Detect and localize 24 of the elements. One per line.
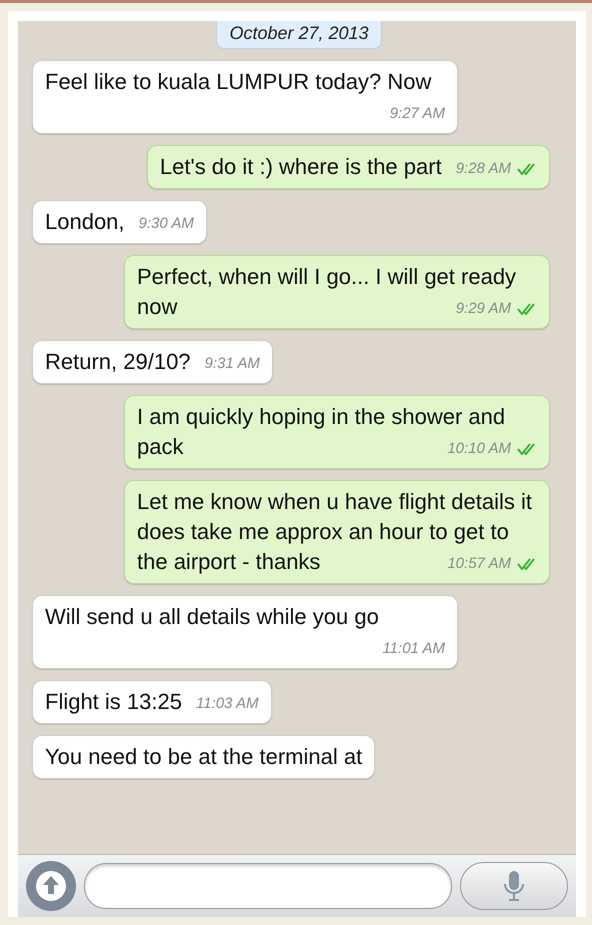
microphone-icon	[503, 870, 525, 902]
message-time: 9:30 AM	[138, 214, 194, 234]
message-time: 9:31 AM	[204, 354, 260, 374]
message-time: 11:03 AM	[196, 694, 259, 714]
message-time: 10:10 AM	[447, 436, 537, 462]
received-message: London, 9:30 AM	[32, 200, 207, 244]
sent-message: I am quickly hoping in the shower and pack 10:10 AM	[124, 395, 550, 469]
message-time: 9:27 AM	[390, 104, 445, 124]
received-message: Will send u all details while you go 11:01 AM	[32, 595, 458, 669]
upload-button[interactable]	[26, 861, 76, 911]
message-time: 10:57 AM	[447, 551, 537, 577]
sent-message: Let's do it :) where is the part 9:28 AM	[146, 145, 550, 189]
received-message: Feel like to kuala LUMPUR today? Now 9:27 AM	[32, 60, 458, 134]
message-time: 11:01 AM	[382, 639, 445, 659]
message-time: 9:29 AM	[456, 296, 537, 322]
received-message: Flight is 13:25 11:03 AM	[32, 680, 272, 724]
date-label: October 27, 2013	[216, 21, 382, 49]
message-time: 9:28 AM	[456, 156, 537, 182]
sent-message: Let me know when u have flight details it does take me approx an hour to get to the airport - thanks 10:57 AM	[124, 480, 550, 584]
received-message: Return, 29/10? 9:31 AM	[32, 340, 273, 384]
sent-message: Perfect, when will I go... I will get ready now 9:29 AM	[124, 255, 550, 329]
message-input-field[interactable]	[84, 863, 452, 909]
received-message: You need to be at the terminal at	[32, 735, 376, 779]
microphone-button[interactable]	[460, 862, 568, 910]
